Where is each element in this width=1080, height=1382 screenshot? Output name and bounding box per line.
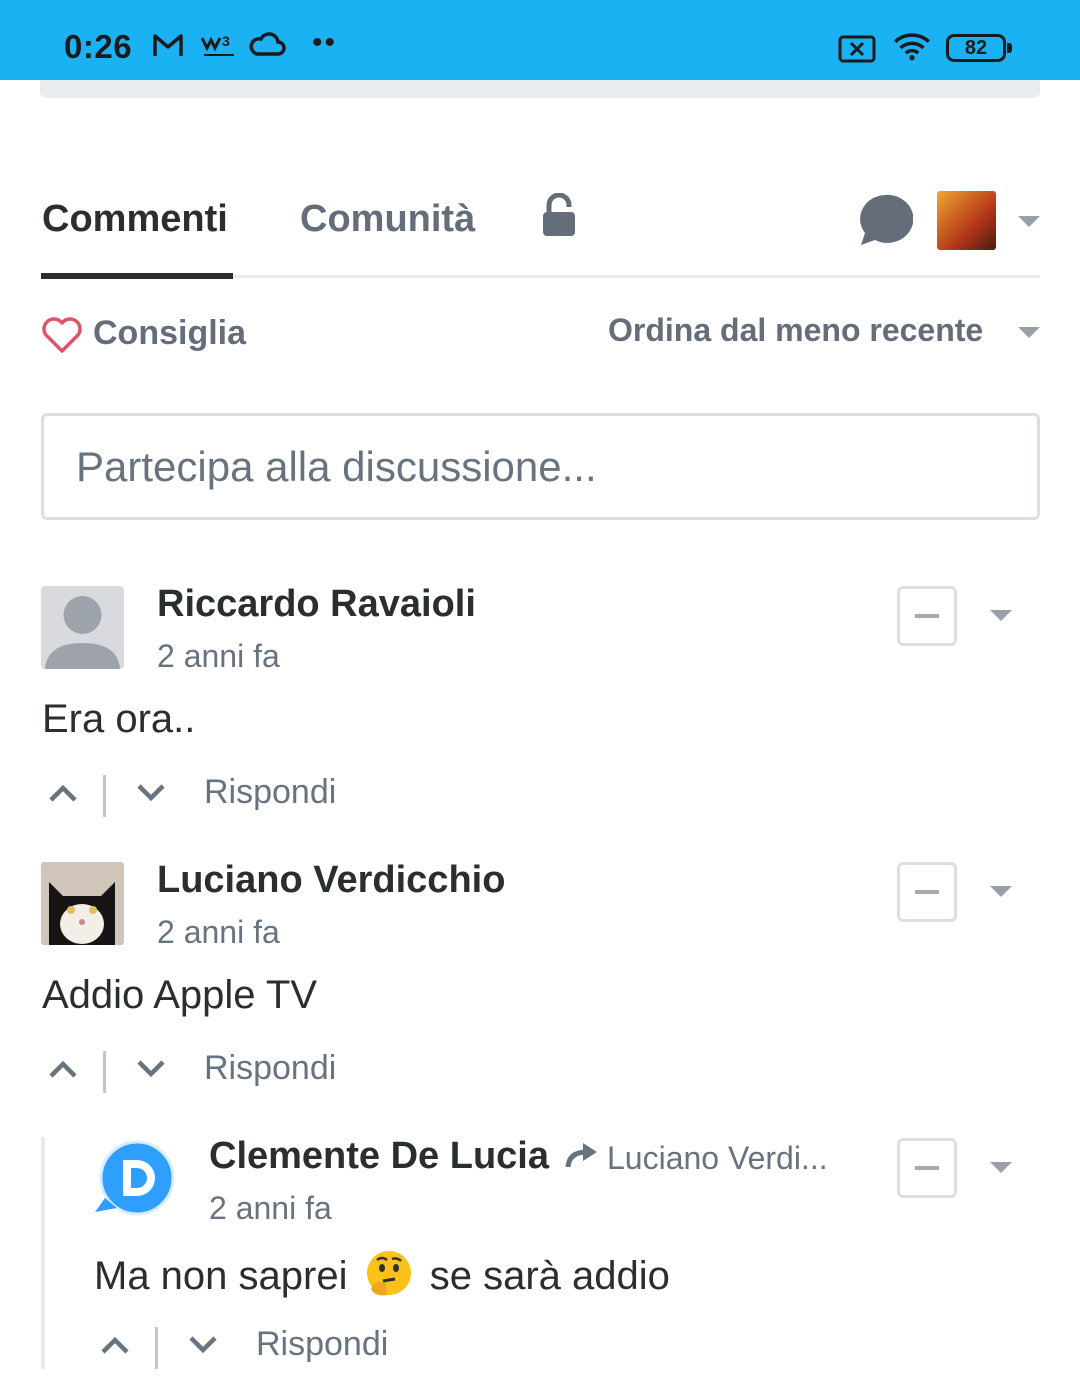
- downvote-icon[interactable]: [136, 1058, 166, 1080]
- reply-to-link[interactable]: Luciano Verdi...: [607, 1140, 828, 1177]
- comment-menu-chevron-down-icon[interactable]: [990, 610, 1012, 621]
- status-time: 0:26: [64, 28, 133, 65]
- comment-menu-chevron-down-icon[interactable]: [990, 1162, 1012, 1173]
- comment-author[interactable]: Luciano Verdicchio: [157, 859, 505, 902]
- comment-time[interactable]: 2 anni fa: [157, 638, 280, 675]
- status-bar: 0:26 3 •• 82: [0, 0, 1080, 80]
- wifi-icon: [894, 33, 930, 61]
- cloud-icon: [249, 32, 286, 56]
- carrier-icon: 3: [200, 33, 234, 56]
- discussion-input[interactable]: [41, 413, 1040, 520]
- reply-button[interactable]: Rispondi: [204, 1049, 336, 1088]
- upvote-icon[interactable]: [48, 782, 78, 804]
- reply-button[interactable]: Rispondi: [256, 1325, 388, 1364]
- comment-author[interactable]: Riccardo Ravaioli: [157, 583, 476, 626]
- collapse-button[interactable]: [897, 1138, 957, 1198]
- vote-divider: [103, 1051, 106, 1093]
- sort-dropdown[interactable]: Ordina dal meno recente: [608, 312, 983, 349]
- battery-icon: 82: [946, 34, 1012, 62]
- chat-bubble-icon[interactable]: [857, 193, 913, 247]
- upvote-icon[interactable]: [100, 1334, 130, 1356]
- comment-menu-chevron-down-icon[interactable]: [990, 886, 1012, 897]
- comment-author[interactable]: Clemente De Lucia: [209, 1135, 549, 1178]
- vote-divider: [155, 1327, 158, 1369]
- thinking-face-emoji-icon: [366, 1251, 411, 1296]
- avatar[interactable]: [93, 1138, 176, 1221]
- svg-text:3: 3: [222, 33, 230, 49]
- avatar[interactable]: [41, 862, 124, 945]
- downvote-icon[interactable]: [188, 1334, 218, 1356]
- comment-time[interactable]: 2 anni fa: [157, 914, 280, 951]
- reply-arrow-icon: [565, 1143, 597, 1168]
- cat-avatar-image: [41, 862, 124, 945]
- disqus-logo-icon: [95, 1140, 175, 1216]
- avatar[interactable]: [41, 586, 124, 669]
- reply-thread-line: [41, 1137, 45, 1369]
- comment-text-part: Ma non saprei: [94, 1254, 348, 1298]
- vote-divider: [103, 775, 106, 817]
- comment-time[interactable]: 2 anni fa: [209, 1190, 332, 1227]
- more-notifications-icon: ••: [312, 26, 338, 59]
- comment-text: Era ora..: [42, 697, 196, 741]
- heart-icon[interactable]: [41, 316, 83, 354]
- reply-button[interactable]: Rispondi: [204, 773, 336, 812]
- user-avatar[interactable]: [937, 191, 996, 250]
- active-tab-indicator: [41, 273, 233, 279]
- gmail-icon: [153, 34, 183, 56]
- comment-text: Ma non saprei se sarà addio: [94, 1249, 670, 1299]
- comment-text-part: se sarà addio: [429, 1254, 670, 1298]
- sim-off-icon: [838, 35, 876, 63]
- header-strip: [40, 80, 1040, 98]
- lock-icon[interactable]: [541, 193, 577, 237]
- default-user-icon: [45, 596, 120, 669]
- recommend-button[interactable]: Consiglia: [93, 314, 246, 353]
- collapse-button[interactable]: [897, 862, 957, 922]
- tab-comments[interactable]: Commenti: [42, 198, 228, 241]
- collapse-button[interactable]: [897, 586, 957, 646]
- downvote-icon[interactable]: [136, 782, 166, 804]
- user-menu-chevron-down-icon[interactable]: [1018, 216, 1040, 227]
- comment-text: Addio Apple TV: [42, 973, 318, 1017]
- sort-chevron-down-icon[interactable]: [1018, 327, 1040, 338]
- upvote-icon[interactable]: [48, 1058, 78, 1080]
- tab-community[interactable]: Comunità: [300, 198, 475, 241]
